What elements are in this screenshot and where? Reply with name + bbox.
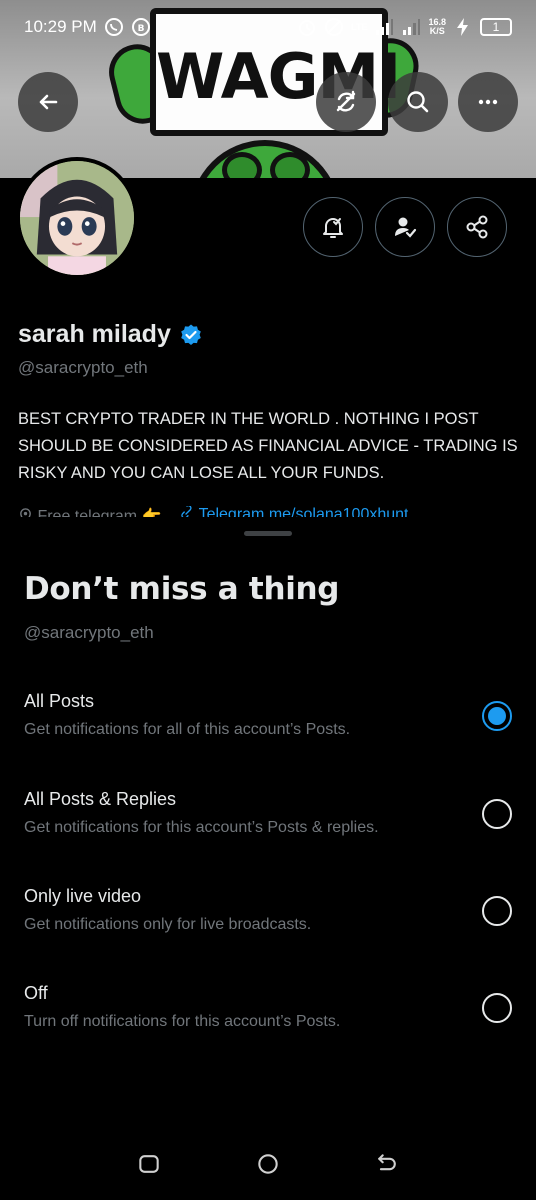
- share-button[interactable]: [447, 197, 507, 257]
- option-all-posts-replies[interactable]: All Posts & Replies Get notifications fo…: [0, 789, 536, 879]
- bell-check-icon: [323, 218, 343, 238]
- home-button[interactable]: [253, 1149, 283, 1179]
- network-speed-unit: K/S: [429, 26, 445, 36]
- arrow-left-icon: [39, 94, 58, 110]
- option-only-live-video[interactable]: Only live video Get notifications only f…: [0, 886, 536, 976]
- recents-button[interactable]: [134, 1149, 164, 1179]
- option-title: All Posts & Replies: [24, 789, 177, 809]
- signal-icon: [374, 17, 394, 37]
- option-title: Off: [24, 983, 48, 1003]
- search-button[interactable]: [388, 72, 448, 132]
- verified-badge-icon[interactable]: [179, 323, 203, 347]
- search-icon: [407, 91, 429, 113]
- option-title: All Posts: [24, 691, 95, 711]
- whatsapp-business-icon: B: [131, 17, 151, 37]
- more-horizontal-icon: [478, 99, 498, 105]
- option-description: Get notifications for this account’s Pos…: [24, 819, 379, 836]
- sheet-drag-handle[interactable]: [244, 531, 292, 536]
- recents-icon: [139, 1155, 160, 1173]
- banner-frog-head: [190, 140, 340, 178]
- status-bar: 10:29 PM B LTE 16.8 K/S 1: [0, 0, 536, 54]
- sheet-title: Don’t miss a thing: [24, 571, 340, 607]
- back-button[interactable]: [18, 72, 78, 132]
- home-circle-icon: [258, 1154, 278, 1174]
- back-nav-button[interactable]: [372, 1149, 402, 1179]
- battery-level: 1: [492, 20, 500, 34]
- more-button[interactable]: [458, 72, 518, 132]
- svg-text:B: B: [137, 24, 144, 34]
- system-navigation-bar: [0, 1128, 536, 1200]
- option-description: Turn off notifications for this account’…: [24, 1013, 341, 1030]
- charging-icon: [453, 17, 473, 37]
- back-gesture-icon: [377, 1154, 396, 1171]
- sheet-handle: @saracrypto_eth: [24, 623, 154, 642]
- refresh-button[interactable]: [316, 72, 376, 132]
- person-check-icon: [395, 217, 417, 238]
- share-icon: [466, 215, 488, 239]
- radio-all-posts[interactable]: [482, 701, 512, 731]
- refresh-icon: [336, 90, 356, 112]
- option-all-posts[interactable]: All Posts Get notifications for all of t…: [0, 691, 536, 781]
- profile-name-row: sarah milady: [18, 320, 203, 349]
- signal-icon-2: [401, 17, 421, 37]
- whatsapp-icon: [104, 17, 124, 37]
- network-speed: 16.8 K/S: [428, 18, 446, 36]
- profile-handle: @saracrypto_eth: [18, 358, 148, 377]
- avatar-image: [20, 161, 134, 275]
- radio-all-posts-replies[interactable]: [482, 799, 512, 829]
- option-title: Only live video: [24, 886, 142, 906]
- battery-icon: 1: [480, 18, 512, 36]
- option-description: Get notifications only for live broadcas…: [24, 916, 312, 933]
- do-not-disturb-icon: [324, 17, 344, 37]
- radio-only-live-video[interactable]: [482, 896, 512, 926]
- profile-avatar[interactable]: [16, 157, 138, 279]
- notification-settings-sheet: Don’t miss a thing @saracrypto_eth All P…: [0, 517, 536, 1200]
- notifications-button[interactable]: [303, 197, 363, 257]
- radio-off[interactable]: [482, 993, 512, 1023]
- profile-display-name: sarah milady: [18, 320, 171, 348]
- option-description: Get notifications for all of this accoun…: [24, 721, 351, 738]
- profile-bio: BEST CRYPTO TRADER IN THE WORLD . NOTHIN…: [18, 410, 518, 482]
- status-time: 10:29 PM: [24, 17, 97, 36]
- network-type-label: LTE: [351, 21, 368, 32]
- following-button[interactable]: [375, 197, 435, 257]
- alarm-icon: [297, 17, 317, 37]
- option-off[interactable]: Off Turn off notifications for this acco…: [0, 983, 536, 1073]
